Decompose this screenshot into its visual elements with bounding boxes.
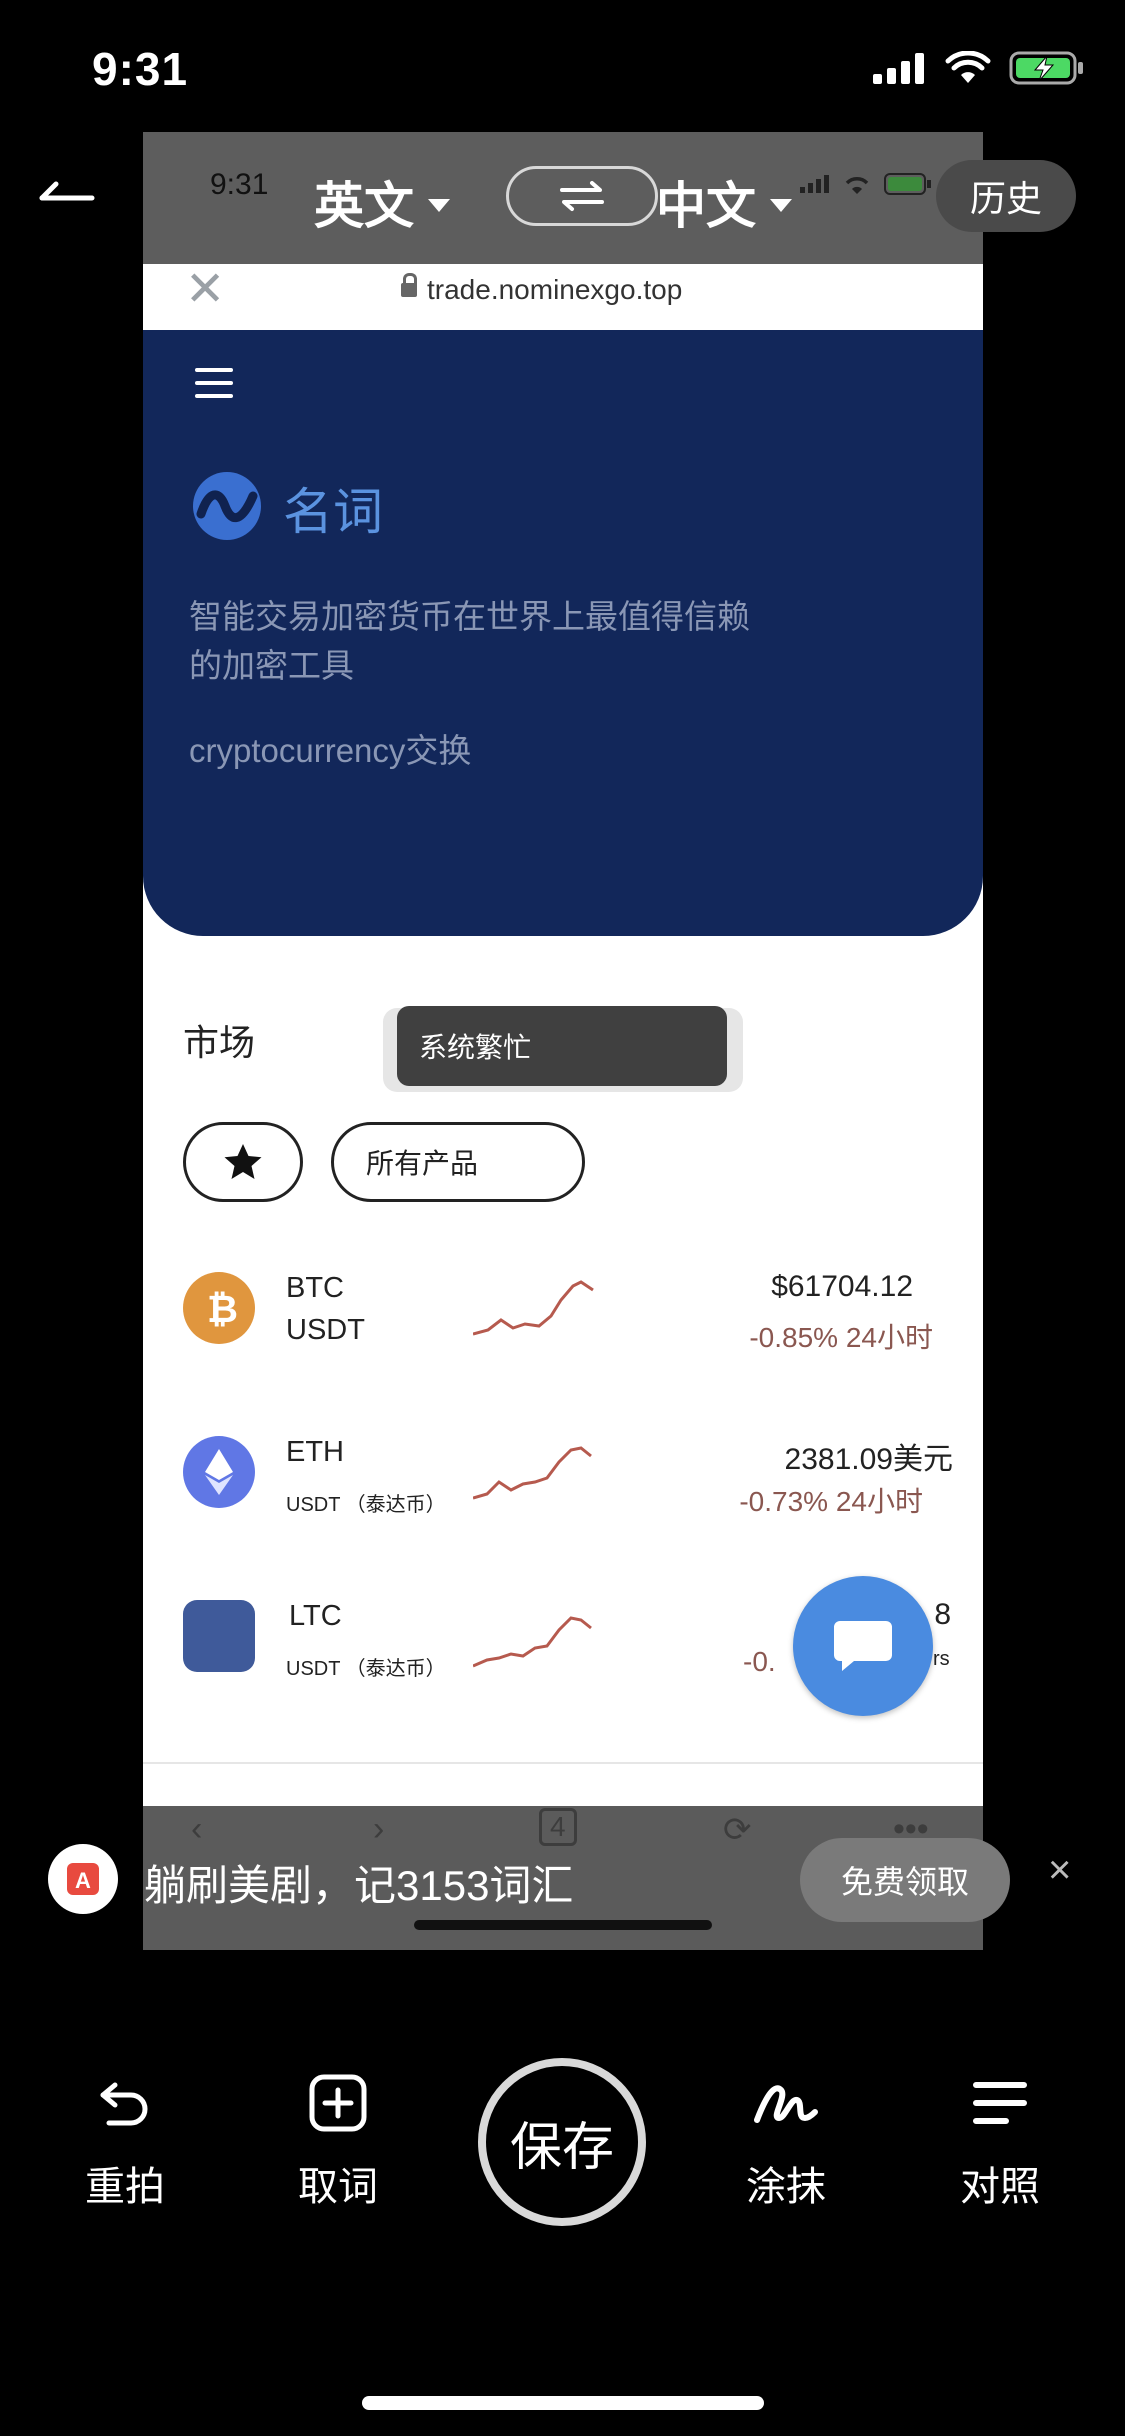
browser-url-bar: ✕ trade.nominexgo.top <box>143 264 983 330</box>
all-products-filter-button[interactable]: 所有产品 <box>331 1122 585 1202</box>
battery-icon <box>884 173 931 195</box>
star-icon <box>224 1144 262 1179</box>
pair-base: BTC <box>286 1272 344 1304</box>
list-item[interactable]: ETH USDT （泰达币） 2381.09美元 -0.73% 24小时 <box>143 1436 983 1576</box>
dropdown-arrow-icon <box>770 198 792 212</box>
ad-text: 躺刷美剧，记3153词汇 <box>144 1862 574 1909</box>
pick-word-label: 取词 <box>298 2165 378 2209</box>
back-arrow-icon[interactable] <box>36 176 96 216</box>
target-language-select[interactable]: 中文 <box>656 166 792 238</box>
pair-quote: USDT （泰达币） <box>286 1658 446 1680</box>
url-text: trade.nominexgo.top <box>427 274 683 305</box>
signal-icon <box>873 53 924 84</box>
coin-price: 8 <box>934 1598 951 1631</box>
sparkline-chart <box>473 1446 592 1500</box>
chat-button[interactable] <box>793 1576 933 1716</box>
divider <box>143 1762 983 1764</box>
pair-base: LTC <box>289 1600 342 1632</box>
coin-change: -0.85% 24小时 <box>749 1322 933 1353</box>
ad-banner[interactable]: A 躺刷美剧，记3153词汇 免费领取 × <box>40 1838 1100 1922</box>
hero-tagline: 智能交易加密货币在世界上最值得信赖的加密工具 <box>189 598 750 684</box>
market-heading: 市场 <box>183 1022 256 1063</box>
pick-word-button[interactable]: 取词 <box>268 2070 408 2212</box>
ethereum-icon <box>183 1436 255 1508</box>
captured-photo: ✕ trade.nominexgo.top 名词 智能交易加密货币在世界上最值得… <box>143 264 983 1950</box>
system-busy-toast: 系统繁忙 <box>397 1006 727 1086</box>
dropdown-arrow-icon <box>428 198 450 212</box>
svg-text:A: A <box>75 1868 91 1893</box>
add-square-icon <box>309 2074 367 2132</box>
retake-button[interactable]: 重拍 <box>55 2070 195 2212</box>
swap-arrows-icon <box>560 181 604 211</box>
pair-quote: USDT （泰达币） <box>286 1494 446 1516</box>
menu-icon[interactable] <box>195 368 233 398</box>
pair-quote: USDT <box>286 1314 365 1346</box>
close-ad-icon[interactable]: × <box>1048 1848 1071 1893</box>
lines-icon <box>973 2082 1027 2124</box>
brush-stroke-icon <box>754 2085 818 2123</box>
pair-base: ETH <box>286 1436 344 1468</box>
chat-bubble-icon <box>834 1621 892 1671</box>
close-icon[interactable]: ✕ <box>185 264 225 316</box>
compare-button[interactable]: 对照 <box>930 2070 1070 2212</box>
coin-price: $61704.12 <box>771 1270 913 1303</box>
smear-button[interactable]: 涂抹 <box>716 2070 856 2212</box>
undo-arrow-icon <box>100 2082 148 2126</box>
claim-free-button[interactable]: 免费领取 <box>800 1838 1010 1922</box>
brand-name: 名词 <box>283 484 383 540</box>
smear-label: 涂抹 <box>746 2165 826 2209</box>
source-language-select[interactable]: 英文 <box>314 166 450 238</box>
status-bar-time: 9:31 <box>92 43 189 95</box>
hero-subtitle: cryptocurrency交换 <box>189 732 472 769</box>
coin-price-suffix: rs <box>933 1648 950 1670</box>
list-item[interactable]: ₿ BTC USDT $61704.12 -0.85% 24小时 <box>143 1270 983 1412</box>
coin-change: -0.73% 24小时 <box>739 1486 923 1517</box>
inner-status-icons <box>800 172 932 196</box>
litecoin-icon <box>183 1600 255 1672</box>
app-logo-icon: A <box>48 1844 118 1914</box>
svg-text:₿: ₿ <box>207 1287 238 1330</box>
favorites-filter-button[interactable] <box>183 1122 303 1202</box>
coin-change: -0. <box>743 1646 776 1677</box>
hero-banner: 名词 智能交易加密货币在世界上最值得信赖的加密工具 cryptocurrency… <box>143 330 983 936</box>
lock-icon <box>401 273 417 297</box>
url-display: trade.nominexgo.top <box>401 273 683 306</box>
swap-languages-button[interactable] <box>506 166 658 226</box>
target-language-label: 中文 <box>656 178 756 234</box>
coin-price: 2381.09美元 <box>784 1443 953 1476</box>
history-button[interactable]: 历史 <box>936 160 1076 232</box>
inner-status-time: 9:31 <box>210 168 269 201</box>
wifi-icon <box>945 51 991 83</box>
compare-label: 对照 <box>960 2165 1040 2209</box>
signal-icon <box>800 175 829 193</box>
battery-icon <box>1009 51 1083 85</box>
status-icons <box>873 50 1085 86</box>
wifi-icon <box>845 177 869 194</box>
sparkline-chart <box>473 1616 592 1668</box>
photo-home-indicator <box>414 1920 712 1930</box>
home-indicator <box>362 2396 764 2410</box>
retake-label: 重拍 <box>85 2165 165 2209</box>
sparkline-chart <box>473 1280 594 1336</box>
save-button[interactable]: 保存 <box>478 2058 646 2226</box>
brand-logo-icon <box>191 470 263 542</box>
source-language-label: 英文 <box>314 178 414 234</box>
bitcoin-icon: ₿ <box>183 1272 255 1344</box>
